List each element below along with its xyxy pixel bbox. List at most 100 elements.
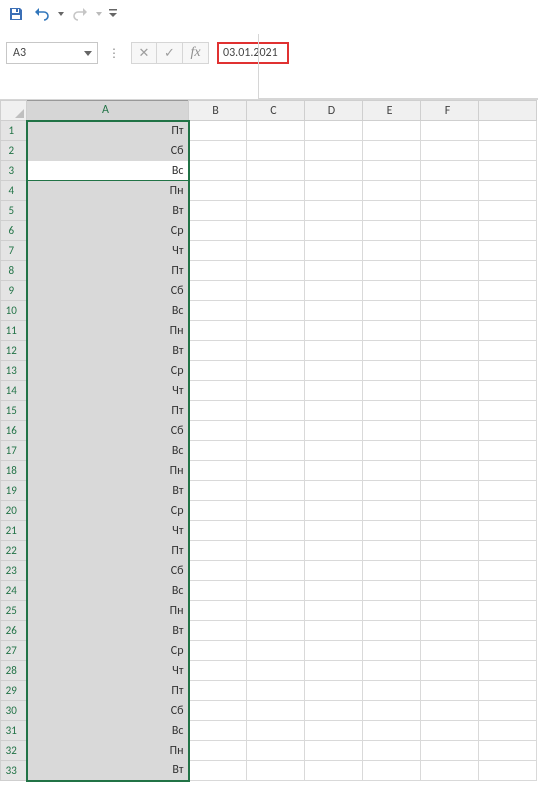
cell[interactable] (479, 121, 537, 141)
cell[interactable] (363, 261, 421, 281)
cell[interactable] (305, 441, 363, 461)
cell[interactable] (189, 541, 247, 561)
cell[interactable] (189, 521, 247, 541)
cell[interactable] (189, 141, 247, 161)
column-header-D[interactable]: D (305, 101, 363, 121)
cell[interactable] (305, 761, 363, 781)
cell[interactable]: Пн (27, 461, 189, 481)
column-header-B[interactable]: B (189, 101, 247, 121)
cell[interactable] (363, 641, 421, 661)
spreadsheet-grid[interactable]: A B C D E F 1Пт2Сб3Вс4Пн5Вт6Ср7Чт8Пт9Сб1… (0, 100, 538, 782)
cell[interactable] (247, 361, 305, 381)
cell[interactable] (305, 241, 363, 261)
row-header[interactable]: 5 (1, 201, 27, 221)
row-header[interactable]: 8 (1, 261, 27, 281)
cell[interactable] (305, 741, 363, 761)
cell[interactable]: Пт (27, 541, 189, 561)
cell[interactable] (247, 161, 305, 181)
cell[interactable] (247, 561, 305, 581)
cell[interactable] (363, 321, 421, 341)
cell[interactable] (421, 701, 479, 721)
cell[interactable] (363, 501, 421, 521)
cell[interactable] (479, 601, 537, 621)
cell[interactable] (305, 201, 363, 221)
cell[interactable] (479, 201, 537, 221)
cell[interactable] (421, 141, 479, 161)
cell[interactable] (363, 121, 421, 141)
cell[interactable]: Пт (27, 121, 189, 141)
row-header[interactable]: 19 (1, 481, 27, 501)
cell[interactable]: Пн (27, 321, 189, 341)
row-header[interactable]: 22 (1, 541, 27, 561)
cell[interactable] (305, 501, 363, 521)
cell[interactable] (189, 281, 247, 301)
cell[interactable] (189, 121, 247, 141)
cell[interactable]: Пн (27, 741, 189, 761)
column-header-next[interactable] (479, 101, 537, 121)
cell[interactable] (479, 321, 537, 341)
cell[interactable] (189, 261, 247, 281)
column-header-A[interactable]: A (27, 101, 189, 121)
cell[interactable] (421, 461, 479, 481)
cell[interactable]: Сб (27, 141, 189, 161)
enter-button[interactable]: ✓ (157, 42, 183, 64)
cell[interactable] (479, 461, 537, 481)
cell[interactable] (305, 701, 363, 721)
cell[interactable] (479, 721, 537, 741)
cell[interactable] (305, 681, 363, 701)
cell[interactable]: Пт (27, 261, 189, 281)
save-button[interactable] (4, 2, 28, 26)
cell[interactable] (421, 241, 479, 261)
insert-function-button[interactable]: fx (183, 42, 209, 64)
row-header[interactable]: 25 (1, 601, 27, 621)
cell[interactable]: Вс (27, 301, 189, 321)
cell[interactable] (247, 461, 305, 481)
cell[interactable] (305, 181, 363, 201)
cell[interactable] (247, 581, 305, 601)
cell[interactable] (189, 441, 247, 461)
cell[interactable] (189, 661, 247, 681)
cell[interactable] (189, 161, 247, 181)
formula-bar-input[interactable]: 03.01.2021 (217, 42, 289, 64)
row-header[interactable]: 26 (1, 621, 27, 641)
cell[interactable] (189, 221, 247, 241)
cell[interactable] (421, 601, 479, 621)
cell[interactable] (421, 401, 479, 421)
cell[interactable] (363, 761, 421, 781)
cell[interactable] (247, 481, 305, 501)
cell[interactable] (363, 221, 421, 241)
cell[interactable] (189, 461, 247, 481)
cell[interactable] (247, 341, 305, 361)
cell[interactable]: Вт (27, 341, 189, 361)
select-all-corner[interactable] (1, 101, 27, 121)
redo-button[interactable] (68, 2, 92, 26)
cell[interactable] (421, 361, 479, 381)
cell[interactable] (479, 281, 537, 301)
cell[interactable] (479, 221, 537, 241)
cell[interactable]: Ср (27, 501, 189, 521)
cell[interactable] (479, 561, 537, 581)
row-header[interactable]: 32 (1, 741, 27, 761)
row-header[interactable]: 27 (1, 641, 27, 661)
cell[interactable]: Ср (27, 221, 189, 241)
cell[interactable] (247, 681, 305, 701)
cell[interactable] (189, 341, 247, 361)
cell[interactable] (247, 521, 305, 541)
cell[interactable] (421, 641, 479, 661)
cell[interactable] (421, 541, 479, 561)
cell[interactable] (305, 281, 363, 301)
cell[interactable] (305, 301, 363, 321)
cell[interactable] (479, 641, 537, 661)
cell[interactable]: Пт (27, 401, 189, 421)
cell[interactable] (247, 641, 305, 661)
cell[interactable]: Вт (27, 481, 189, 501)
undo-button[interactable] (30, 2, 54, 26)
cell[interactable] (421, 581, 479, 601)
row-header[interactable]: 30 (1, 701, 27, 721)
cell[interactable] (363, 441, 421, 461)
cell[interactable] (305, 661, 363, 681)
cell[interactable] (479, 241, 537, 261)
cell[interactable] (247, 501, 305, 521)
cell[interactable] (305, 341, 363, 361)
row-header[interactable]: 15 (1, 401, 27, 421)
